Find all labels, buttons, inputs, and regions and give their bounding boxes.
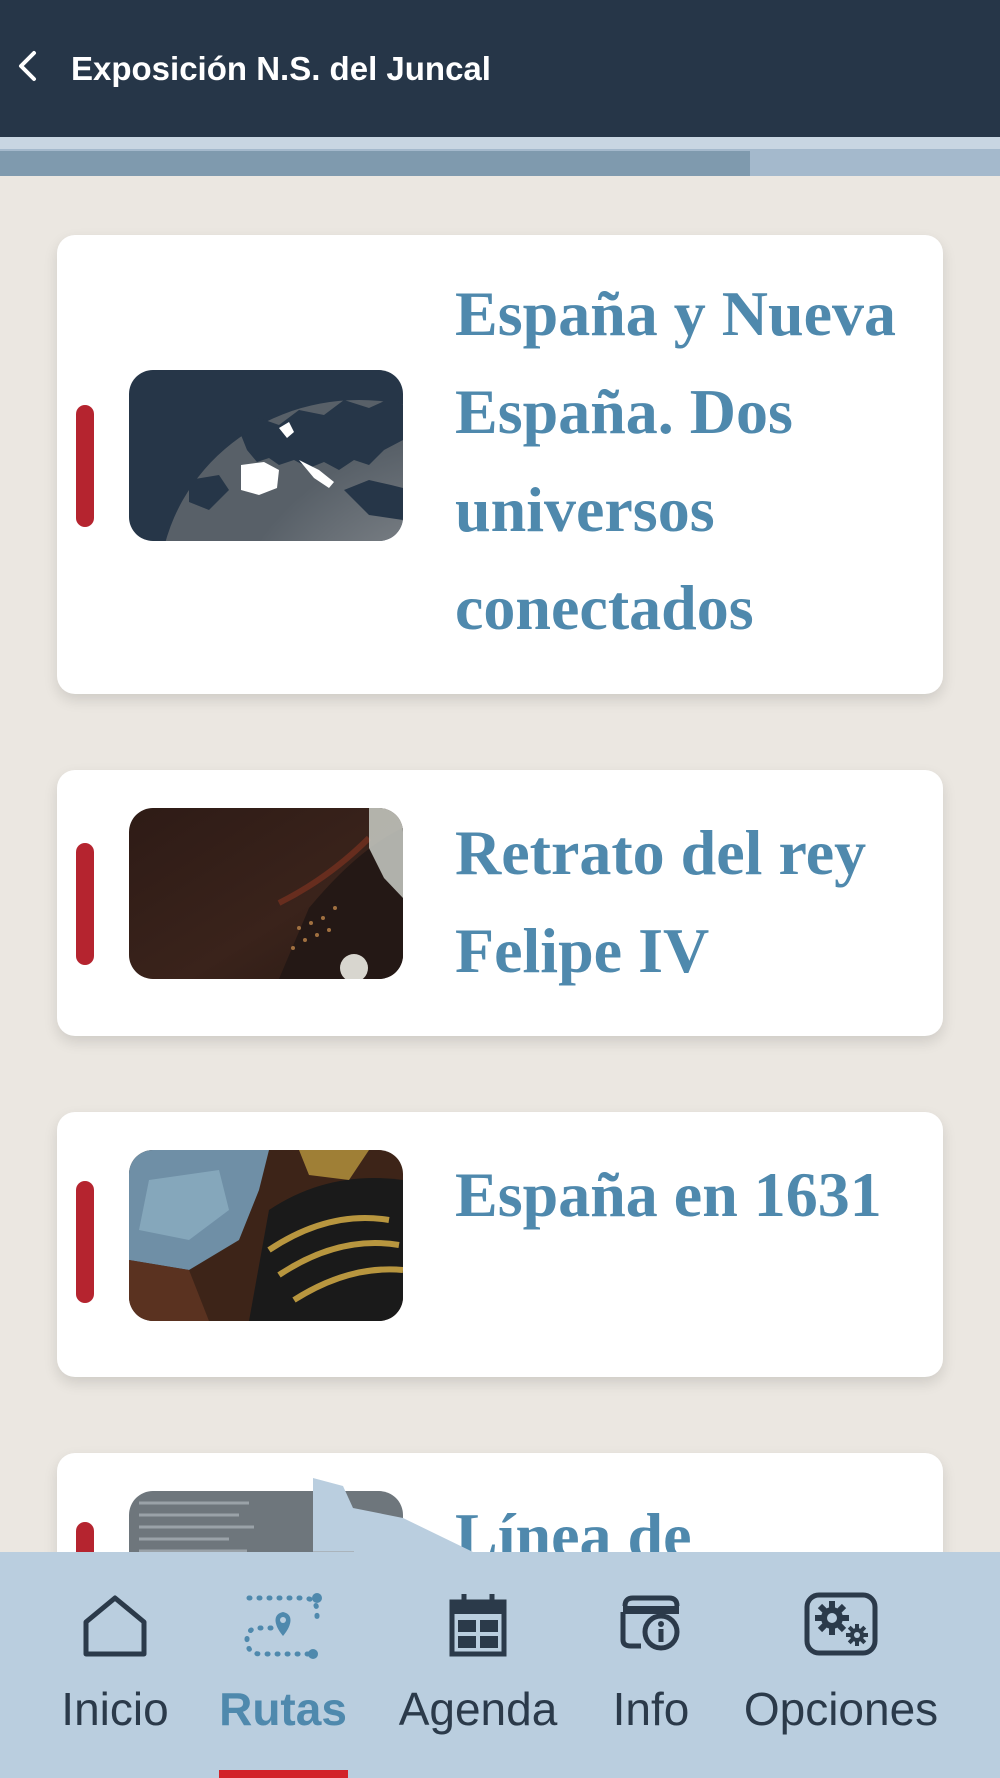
card-thumbnail-armor <box>129 1150 403 1321</box>
back-button[interactable] <box>8 46 48 86</box>
bottom-nav: Inicio Rutas Agenda Info Opciones <box>0 1552 1000 1778</box>
nav-label-opciones: Opciones <box>743 1683 939 1735</box>
card-marker <box>76 405 94 527</box>
gear-icon <box>804 1592 878 1656</box>
progress-track-strip <box>0 137 1000 149</box>
card-thumbnail-world-map <box>129 370 403 541</box>
card-thumbnail-painting <box>129 808 403 979</box>
nav-item-info[interactable]: Info <box>598 1552 704 1778</box>
card-marker <box>76 1181 94 1303</box>
nav-label-info: Info <box>612 1683 690 1735</box>
nav-item-opciones[interactable]: Opciones <box>733 1552 949 1778</box>
page-title: Exposición N.S. del Juncal <box>71 50 491 87</box>
active-tab-indicator <box>219 1770 348 1778</box>
home-icon <box>83 1595 147 1657</box>
card-title: Retrato del rey Felipe IV <box>455 817 867 986</box>
route-card[interactable]: España y Nueva España. Dos universos con… <box>57 235 943 694</box>
chevron-left-icon <box>19 51 36 81</box>
card-marker <box>76 843 94 965</box>
nav-label-agenda: Agenda <box>398 1683 558 1735</box>
nav-item-inicio[interactable]: Inicio <box>44 1552 186 1778</box>
nav-label-rutas: Rutas <box>219 1683 347 1735</box>
nav-item-rutas[interactable]: Rutas <box>209 1552 357 1778</box>
nav-item-agenda[interactable]: Agenda <box>384 1552 572 1778</box>
route-card[interactable]: España en 1631 <box>57 1112 943 1377</box>
app-header: Exposición N.S. del Juncal <box>0 0 1000 137</box>
progress-fill <box>0 151 750 176</box>
route-icon <box>244 1593 322 1659</box>
card-title: España en 1631 <box>455 1159 882 1230</box>
progress-bar <box>0 137 1000 176</box>
info-icon <box>620 1595 680 1651</box>
card-title: España y Nueva España. Dos universos con… <box>455 278 896 643</box>
route-card[interactable]: Retrato del rey Felipe IV <box>57 770 943 1036</box>
calendar-icon <box>449 1594 507 1657</box>
nav-label-inicio: Inicio <box>61 1683 169 1735</box>
